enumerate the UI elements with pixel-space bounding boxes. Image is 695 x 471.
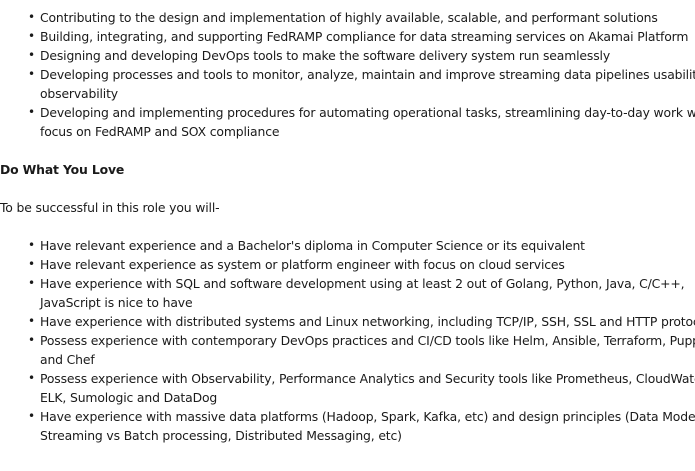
list-item: Possess experience with Observability, P…	[28, 369, 695, 407]
section-heading: Do What You Love	[0, 162, 125, 177]
list-item: Developing and implementing procedures f…	[28, 103, 695, 141]
list-item: Designing and developing DevOps tools to…	[28, 46, 695, 65]
list-item: Building, integrating, and supporting Fe…	[28, 27, 695, 46]
intro-text: To be successful in this role you will-	[0, 200, 220, 215]
list-item: Possess experience with contemporary Dev…	[28, 331, 695, 369]
requirements-list: Have relevant experience and a Bachelor'…	[0, 236, 695, 445]
list-item: Have relevant experience and a Bachelor'…	[28, 236, 695, 255]
list-item: Have experience with SQL and software de…	[28, 274, 695, 312]
responsibilities-list: Contributing to the design and implement…	[0, 8, 695, 141]
list-item: Contributing to the design and implement…	[28, 8, 695, 27]
list-item: Developing processes and tools to monito…	[28, 65, 695, 103]
list-item: Have experience with distributed systems…	[28, 312, 695, 331]
job-description-page: Contributing to the design and implement…	[0, 0, 695, 471]
list-item: Have relevant experience as system or pl…	[28, 255, 695, 274]
list-item: Have experience with massive data platfo…	[28, 407, 695, 445]
